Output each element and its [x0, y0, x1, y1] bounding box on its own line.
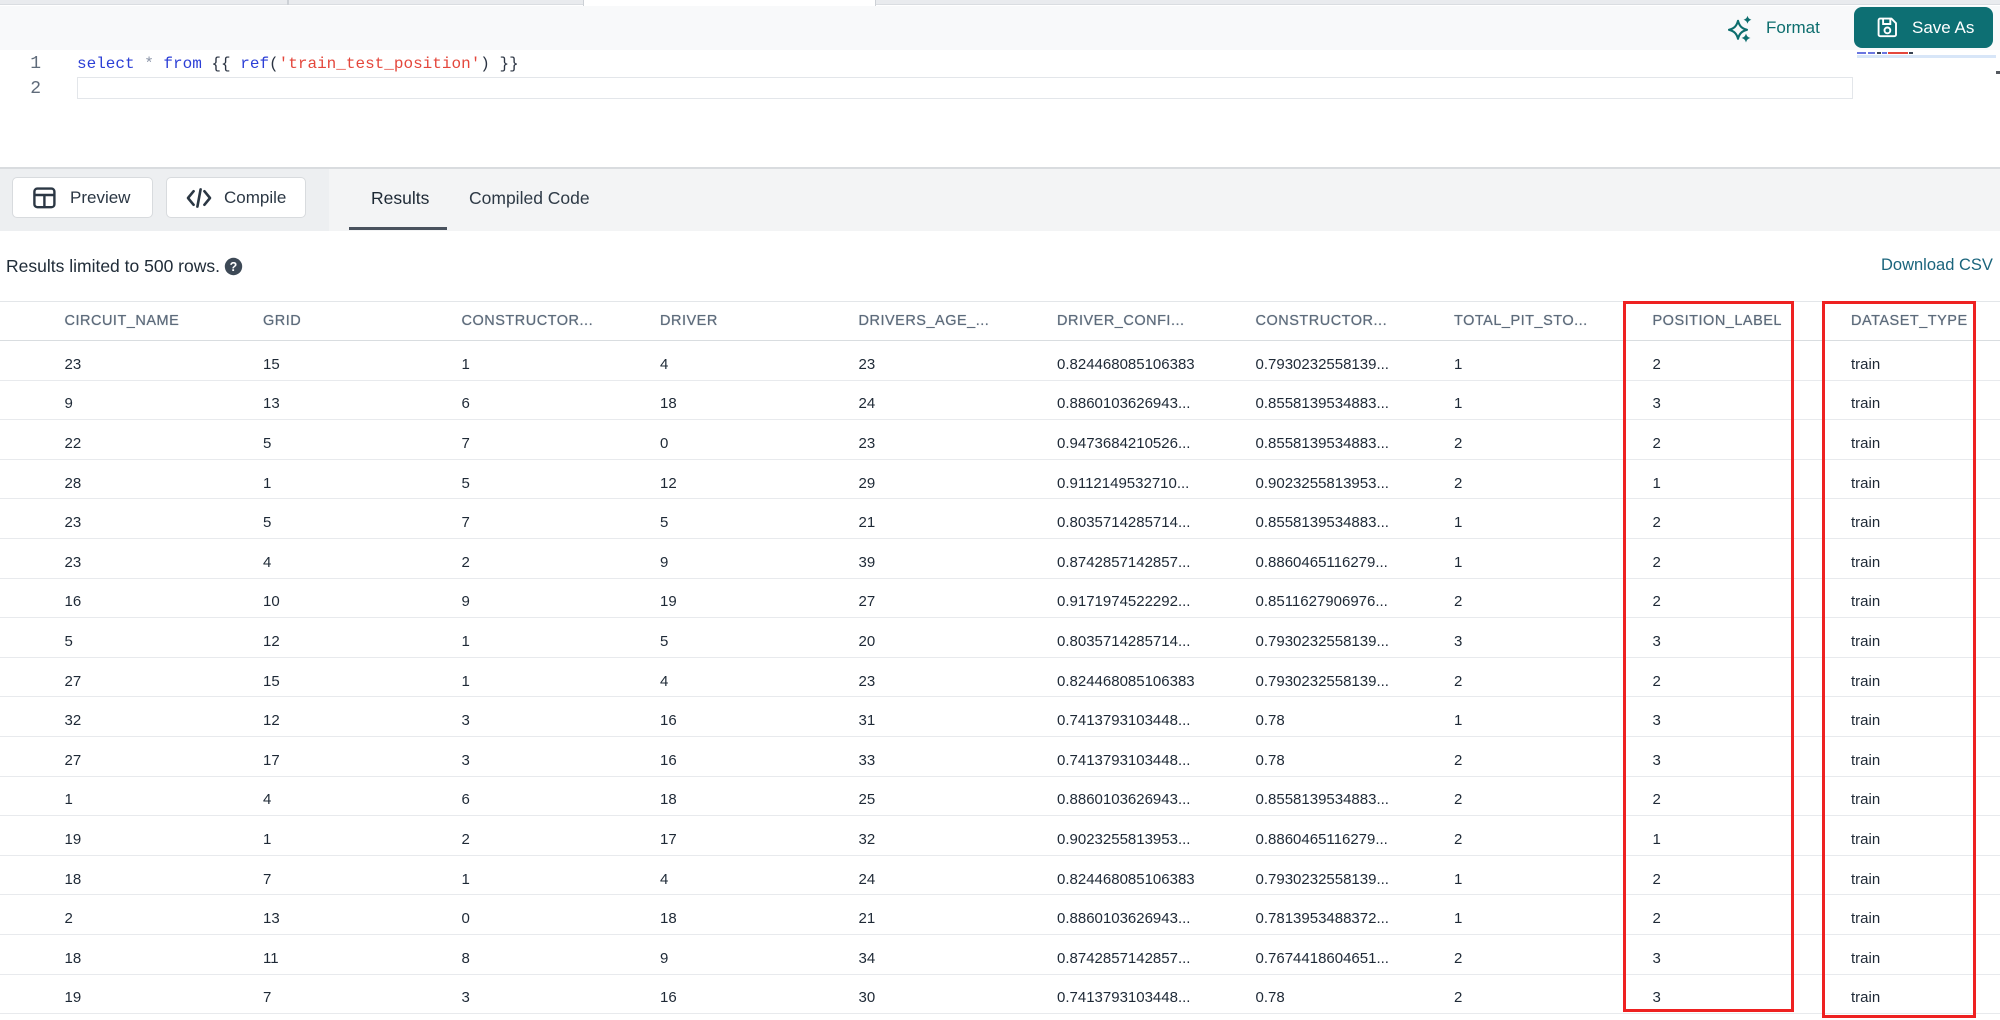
svg-text:?: ? [230, 260, 238, 274]
